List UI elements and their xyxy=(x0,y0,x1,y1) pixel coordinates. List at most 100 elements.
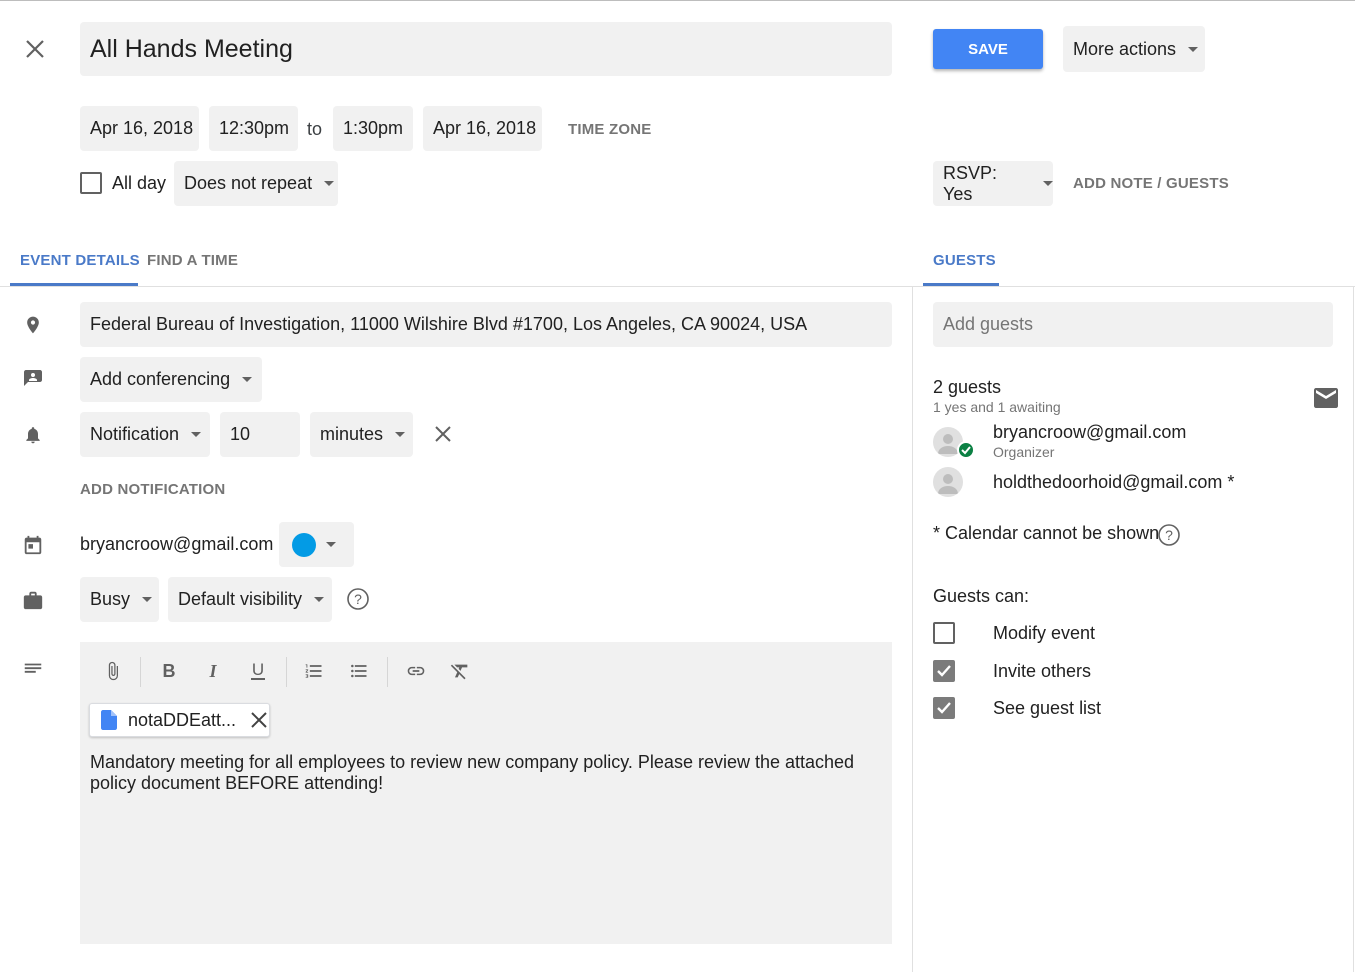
modify-event-checkbox[interactable] xyxy=(933,622,955,644)
add-guests-placeholder: Add guests xyxy=(943,314,1034,334)
right-border xyxy=(1353,287,1354,972)
location-pin-icon xyxy=(20,312,46,338)
start-date-field[interactable]: Apr 16, 2018 xyxy=(80,106,199,151)
start-time-text: 12:30pm xyxy=(219,118,290,138)
clear-formatting-icon[interactable] xyxy=(445,656,475,686)
tab-find-a-time[interactable]: FIND A TIME xyxy=(147,252,238,269)
tabs-divider xyxy=(0,286,1355,287)
availability-dropdown[interactable]: Busy xyxy=(80,577,159,622)
toolbar-divider xyxy=(387,657,388,687)
end-time-field[interactable]: 1:30pm xyxy=(333,106,413,151)
svg-text:U: U xyxy=(252,660,264,679)
start-date-text: Apr 16, 2018 xyxy=(90,118,194,138)
help-icon[interactable]: ? xyxy=(1157,523,1181,547)
end-date-text: Apr 16, 2018 xyxy=(433,118,537,138)
add-note-guests-button[interactable]: ADD NOTE / GUESTS xyxy=(1073,175,1229,192)
guest-role: Organizer xyxy=(993,444,1055,460)
save-button-label: SAVE xyxy=(968,40,1008,58)
chevron-down-icon xyxy=(142,597,153,602)
guests-can-heading: Guests can: xyxy=(933,586,1030,606)
notification-unit-dropdown[interactable]: minutes xyxy=(310,412,413,457)
svg-text:?: ? xyxy=(354,591,362,607)
chevron-down-icon xyxy=(242,377,253,382)
availability-label: Busy xyxy=(90,589,131,609)
calendar-note: * Calendar cannot be shown xyxy=(933,523,1160,543)
email-guests-icon[interactable] xyxy=(1313,386,1339,410)
chevron-down-icon xyxy=(324,181,335,186)
end-time-text: 1:30pm xyxy=(343,118,404,138)
svg-text:?: ? xyxy=(1165,527,1173,543)
to-label: to xyxy=(307,119,323,139)
see-guest-list-checkbox[interactable] xyxy=(933,697,955,719)
briefcase-icon xyxy=(20,587,46,613)
repeat-dropdown[interactable]: Does not repeat xyxy=(174,161,338,206)
guest-summary-label: 1 yes and 1 awaiting xyxy=(933,399,1061,415)
chevron-down-icon xyxy=(314,597,325,602)
notification-value-text: 10 xyxy=(230,424,251,444)
description-icon xyxy=(20,657,46,683)
attachment-chip[interactable]: notaDDEatt... xyxy=(89,703,270,737)
accepted-check-icon xyxy=(957,441,975,459)
panel-divider xyxy=(912,287,913,972)
add-notification-button[interactable]: ADD NOTIFICATION xyxy=(80,481,225,498)
calendar-color-dropdown[interactable] xyxy=(279,522,354,567)
invite-others-checkbox[interactable] xyxy=(933,660,955,682)
svg-text:I: I xyxy=(208,661,217,681)
attachment-name: notaDDEatt... xyxy=(128,709,237,730)
event-title-input[interactable]: All Hands Meeting xyxy=(80,22,892,76)
add-guests-input[interactable]: Add guests xyxy=(933,302,1333,347)
toolbar-divider xyxy=(286,657,287,687)
conferencing-label: Add conferencing xyxy=(90,369,231,389)
repeat-label: Does not repeat xyxy=(184,173,313,193)
rsvp-dropdown[interactable]: RSVP: Yes xyxy=(933,161,1053,206)
remove-notification-icon[interactable] xyxy=(430,421,456,447)
description-text: Mandatory meeting for all employees to r… xyxy=(90,752,855,793)
bulleted-list-icon[interactable] xyxy=(344,656,374,686)
link-icon[interactable] xyxy=(401,656,431,686)
tab-event-details[interactable]: EVENT DETAILS xyxy=(20,252,140,269)
chevron-down-icon xyxy=(395,432,406,437)
help-icon[interactable]: ? xyxy=(346,587,370,611)
invite-others-label: Invite others xyxy=(993,661,1092,681)
location-input[interactable]: Federal Bureau of Investigation, 11000 W… xyxy=(80,302,892,347)
start-time-field[interactable]: 12:30pm xyxy=(209,106,298,151)
svg-text:B: B xyxy=(163,661,176,681)
rsvp-label: RSVP: Yes xyxy=(943,162,998,204)
attachment-icon[interactable] xyxy=(98,656,128,686)
underline-icon[interactable]: U xyxy=(243,656,273,686)
notification-unit-label: minutes xyxy=(320,424,384,444)
numbered-list-icon[interactable] xyxy=(299,656,329,686)
chevron-down-icon xyxy=(191,432,202,437)
visibility-dropdown[interactable]: Default visibility xyxy=(168,577,332,622)
italic-icon[interactable]: I xyxy=(198,656,228,686)
notification-type-dropdown[interactable]: Notification xyxy=(80,412,210,457)
modify-event-label: Modify event xyxy=(993,623,1096,643)
notification-type-label: Notification xyxy=(90,424,180,444)
calendar-owner-label: bryancroow@gmail.com xyxy=(80,534,274,554)
time-zone-button[interactable]: TIME ZONE xyxy=(568,121,651,138)
avatar xyxy=(933,467,963,497)
add-conferencing-dropdown[interactable]: Add conferencing xyxy=(80,357,262,402)
close-icon[interactable] xyxy=(20,34,50,64)
all-day-checkbox[interactable] xyxy=(80,172,102,194)
calendar-icon xyxy=(20,532,46,558)
visibility-label: Default visibility xyxy=(178,589,303,609)
more-actions-button[interactable]: More actions xyxy=(1063,26,1205,72)
bold-icon[interactable]: B xyxy=(154,656,184,686)
notification-value-input[interactable]: 10 xyxy=(220,412,300,457)
more-actions-label: More actions xyxy=(1073,38,1177,59)
save-button[interactable]: SAVE xyxy=(933,29,1043,69)
end-date-field[interactable]: Apr 16, 2018 xyxy=(423,106,542,151)
event-title-text: All Hands Meeting xyxy=(90,34,293,63)
see-guest-list-label: See guest list xyxy=(993,698,1102,718)
guest-email[interactable]: holdthedoorhoid@gmail.com * xyxy=(993,472,1234,493)
location-text: Federal Bureau of Investigation, 11000 W… xyxy=(90,314,808,334)
chevron-down-icon xyxy=(326,542,336,547)
guest-email[interactable]: bryancroow@gmail.com xyxy=(993,422,1186,443)
chevron-down-icon xyxy=(1188,46,1199,52)
chevron-down-icon xyxy=(1043,181,1053,186)
conferencing-icon xyxy=(20,366,46,392)
tab-guests[interactable]: GUESTS xyxy=(933,252,996,269)
bell-icon xyxy=(20,422,46,448)
remove-attachment-icon[interactable] xyxy=(250,711,268,729)
